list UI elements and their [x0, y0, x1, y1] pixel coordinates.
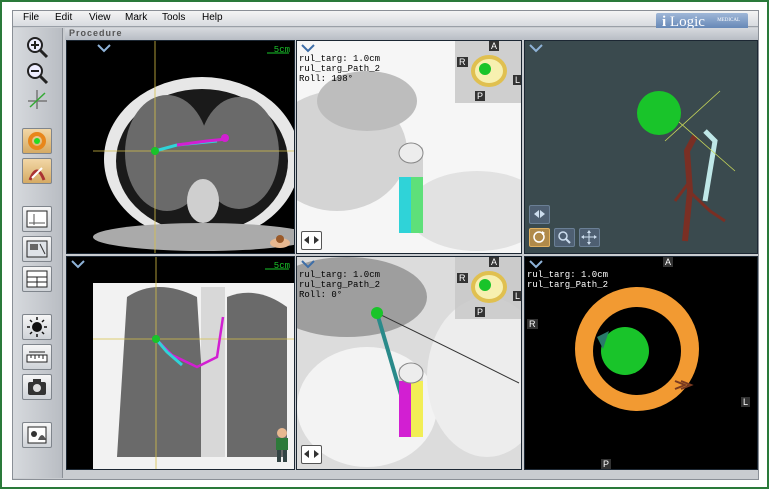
view-menu-chevron-icon[interactable] [529, 43, 543, 53]
view-menu-chevron-icon[interactable] [301, 259, 315, 269]
layout-ct-button[interactable] [22, 236, 52, 262]
zoom-out-icon [27, 63, 49, 85]
menu-help[interactable]: Help [202, 12, 223, 23]
panel-title: Procedure [69, 28, 123, 38]
window-frame: File Edit View Mark Tools Help i Logic M… [0, 0, 769, 489]
path-name: rul_targ_Path_2 [527, 280, 609, 290]
pan-3d-button[interactable] [579, 228, 600, 247]
endoscopic-view-top[interactable]: rul_targ: 1.0cm rul_targ_Path_2 Roll: 19… [296, 40, 522, 254]
flip-3d-button[interactable] [529, 205, 550, 224]
zoom-in-button[interactable] [22, 34, 52, 60]
compass-r: R [457, 273, 468, 283]
menu-tools[interactable]: Tools [162, 12, 185, 23]
path-name: rul_targ_Path_2 [299, 280, 381, 290]
move-arrows-icon [581, 230, 597, 245]
menu-mark[interactable]: Mark [125, 12, 147, 23]
endoscopic-view-bottom[interactable]: rul_targ: 1.0cm rul_targ_Path_2 Roll: 0°… [296, 256, 522, 470]
layout-grid-button[interactable] [22, 266, 52, 292]
record-icon [27, 426, 47, 444]
brightness-icon [27, 317, 47, 337]
compass-l: L [513, 291, 521, 301]
brightness-button[interactable] [22, 314, 52, 340]
target-tool-button[interactable] [22, 128, 52, 154]
view-menu-chevron-icon[interactable] [301, 43, 315, 53]
roll-readout: Roll: 0° [299, 290, 343, 300]
target-distance: rul_targ: 1.0cm [299, 54, 381, 64]
compass-p: P [475, 91, 486, 101]
compass-a: A [489, 257, 500, 267]
axial-ct-view[interactable]: 5cm [66, 40, 295, 254]
compass-r: R [527, 319, 538, 329]
target-view-info: rul_targ: 1.0cm rul_targ_Path_2 [527, 270, 608, 290]
compass-l: L [741, 397, 751, 407]
compass-a: A [489, 41, 500, 51]
compass-r: R [457, 57, 468, 67]
menu-edit[interactable]: Edit [55, 12, 72, 23]
coronal-scale-label: 5cm [273, 261, 290, 271]
ct-view-icon [26, 240, 48, 258]
crosshair-button[interactable] [22, 86, 52, 112]
menu-view[interactable]: View [89, 12, 111, 23]
menu-file[interactable]: File [23, 12, 39, 23]
compass-l: L [513, 75, 521, 85]
flip-arrows-icon [534, 210, 545, 218]
target-distance: rul_targ: 1.0cm [527, 270, 609, 280]
flip-view-button[interactable] [301, 231, 322, 250]
airway-tool-button[interactable] [22, 158, 52, 184]
view-menu-chevron-icon[interactable] [71, 259, 85, 269]
target-distance: rul_targ: 1.0cm [299, 270, 381, 280]
record-button[interactable] [22, 422, 52, 448]
compass-a: A [663, 257, 674, 267]
grid-view-icon [26, 270, 48, 288]
axial-scale-label: 5cm [273, 45, 290, 55]
layout-single-button[interactable] [22, 206, 52, 232]
single-view-icon [26, 210, 48, 228]
rotate-3d-button[interactable] [529, 228, 550, 247]
zoom-out-button[interactable] [22, 60, 52, 86]
airway-3d-view[interactable] [524, 40, 758, 254]
flip-arrows-icon [304, 450, 319, 458]
path-name: rul_targ_Path_2 [299, 64, 381, 74]
airway-icon [28, 167, 46, 181]
view-menu-chevron-icon[interactable] [529, 259, 543, 269]
coronal-ct-image [93, 257, 294, 469]
compass-p: P [475, 307, 486, 317]
crosshair-icon [28, 90, 47, 109]
endo-bottom-info: rul_targ: 1.0cm rul_targ_Path_2 Roll: 0° [299, 270, 380, 300]
menu-bar: File Edit View Mark Tools Help i Logic M… [13, 11, 758, 31]
camera-icon [28, 379, 46, 395]
axial-ct-image [93, 41, 294, 253]
coronal-ct-view[interactable]: 5cm [66, 256, 295, 470]
magnifier-icon [558, 231, 571, 244]
endo-top-info: rul_targ: 1.0cm rul_targ_Path_2 Roll: 19… [299, 54, 380, 84]
compass-p: P [601, 459, 612, 469]
app-window: File Edit View Mark Tools Help i Logic M… [12, 10, 759, 480]
zoom-in-icon [27, 37, 49, 59]
ruler-icon [26, 351, 48, 363]
rotate-icon [533, 231, 545, 243]
view-menu-chevron-icon[interactable] [97, 43, 111, 53]
measure-button[interactable] [22, 344, 52, 370]
zoom-3d-button[interactable] [554, 228, 575, 247]
target-view[interactable]: rul_targ: 1.0cm rul_targ_Path_2 A R L P [524, 256, 758, 470]
roll-readout: Roll: 198° [299, 74, 354, 84]
flip-arrows-icon [304, 236, 319, 244]
tool-palette [13, 28, 63, 478]
airway-3d-scene [637, 90, 736, 242]
flip-view-button[interactable] [301, 445, 322, 464]
target-ring-icon [28, 132, 46, 150]
snapshot-button[interactable] [22, 374, 52, 400]
panel-title-bar: Procedure [65, 28, 758, 40]
